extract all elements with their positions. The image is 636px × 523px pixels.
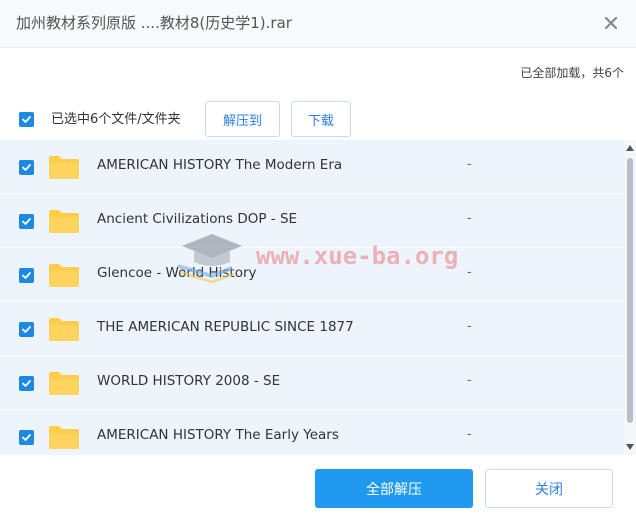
row-checkbox[interactable] — [19, 322, 34, 337]
file-name: THE AMERICAN REPUBLIC SINCE 1877 — [97, 319, 354, 335]
folder-icon — [49, 264, 79, 287]
table-row[interactable]: Ancient Civilizations DOP - SE - — [0, 194, 624, 248]
scroll-down-icon[interactable] — [624, 441, 636, 453]
folder-icon — [49, 318, 79, 341]
checkbox-checked-icon — [22, 116, 31, 123]
file-name: WORLD HISTORY 2008 - SE — [97, 373, 281, 389]
checkbox-checked-icon — [22, 272, 31, 279]
file-size: - — [467, 265, 472, 280]
folder-icon — [49, 372, 79, 395]
file-size: - — [467, 157, 472, 172]
table-row[interactable]: WORLD HISTORY 2008 - SE - — [0, 356, 624, 410]
scroll-thumb[interactable] — [627, 158, 633, 423]
folder-icon — [49, 210, 79, 233]
file-size: - — [467, 319, 472, 334]
extract-all-button[interactable]: 全部解压 — [315, 469, 473, 508]
file-name: AMERICAN HISTORY The Early Years — [97, 427, 339, 443]
checkbox-checked-icon — [22, 164, 31, 171]
toolbar: 已选中6个文件/文件夹 解压到 下载 — [0, 98, 636, 140]
dialog-footer: 全部解压 关闭 — [0, 455, 636, 523]
select-all-checkbox[interactable] — [19, 112, 34, 127]
checkbox-checked-icon — [22, 326, 31, 333]
row-checkbox[interactable] — [19, 268, 34, 283]
file-size: - — [467, 211, 472, 226]
row-checkbox[interactable] — [19, 160, 34, 175]
file-list: AMERICAN HISTORY The Modern Era - Ancien… — [0, 140, 624, 455]
title-bar: 加州教材系列原版 ....教材8(历史学1).rar — [0, 0, 636, 48]
file-size: - — [467, 427, 472, 442]
selected-count-label: 已选中6个文件/文件夹 — [51, 112, 181, 127]
file-size: - — [467, 373, 472, 388]
table-row[interactable]: THE AMERICAN REPUBLIC SINCE 1877 - — [0, 302, 624, 356]
loaded-status: 已全部加载，共6个 — [520, 66, 624, 80]
close-icon[interactable] — [598, 10, 624, 36]
file-name: Ancient Civilizations DOP - SE — [97, 211, 298, 227]
table-row[interactable]: AMERICAN HISTORY The Early Years - — [0, 410, 624, 455]
close-button[interactable]: 关闭 — [485, 469, 613, 508]
folder-icon — [49, 156, 79, 179]
checkbox-checked-icon — [22, 218, 31, 225]
folder-icon — [49, 426, 79, 449]
file-name: AMERICAN HISTORY The Modern Era — [97, 157, 343, 173]
download-button[interactable]: 下载 — [291, 101, 351, 137]
checkbox-checked-icon — [22, 380, 31, 387]
table-row[interactable]: Glencoe - World History - — [0, 248, 624, 302]
vertical-scrollbar[interactable] — [624, 140, 636, 455]
row-checkbox[interactable] — [19, 214, 34, 229]
dialog-title: 加州教材系列原版 ....教材8(历史学1).rar — [16, 14, 292, 32]
row-checkbox[interactable] — [19, 376, 34, 391]
checkbox-checked-icon — [22, 434, 31, 441]
extract-to-button[interactable]: 解压到 — [205, 101, 280, 137]
file-name: Glencoe - World History — [97, 265, 257, 281]
scroll-up-icon[interactable] — [624, 142, 636, 154]
row-checkbox[interactable] — [19, 430, 34, 445]
table-row[interactable]: AMERICAN HISTORY The Modern Era - — [0, 140, 624, 194]
